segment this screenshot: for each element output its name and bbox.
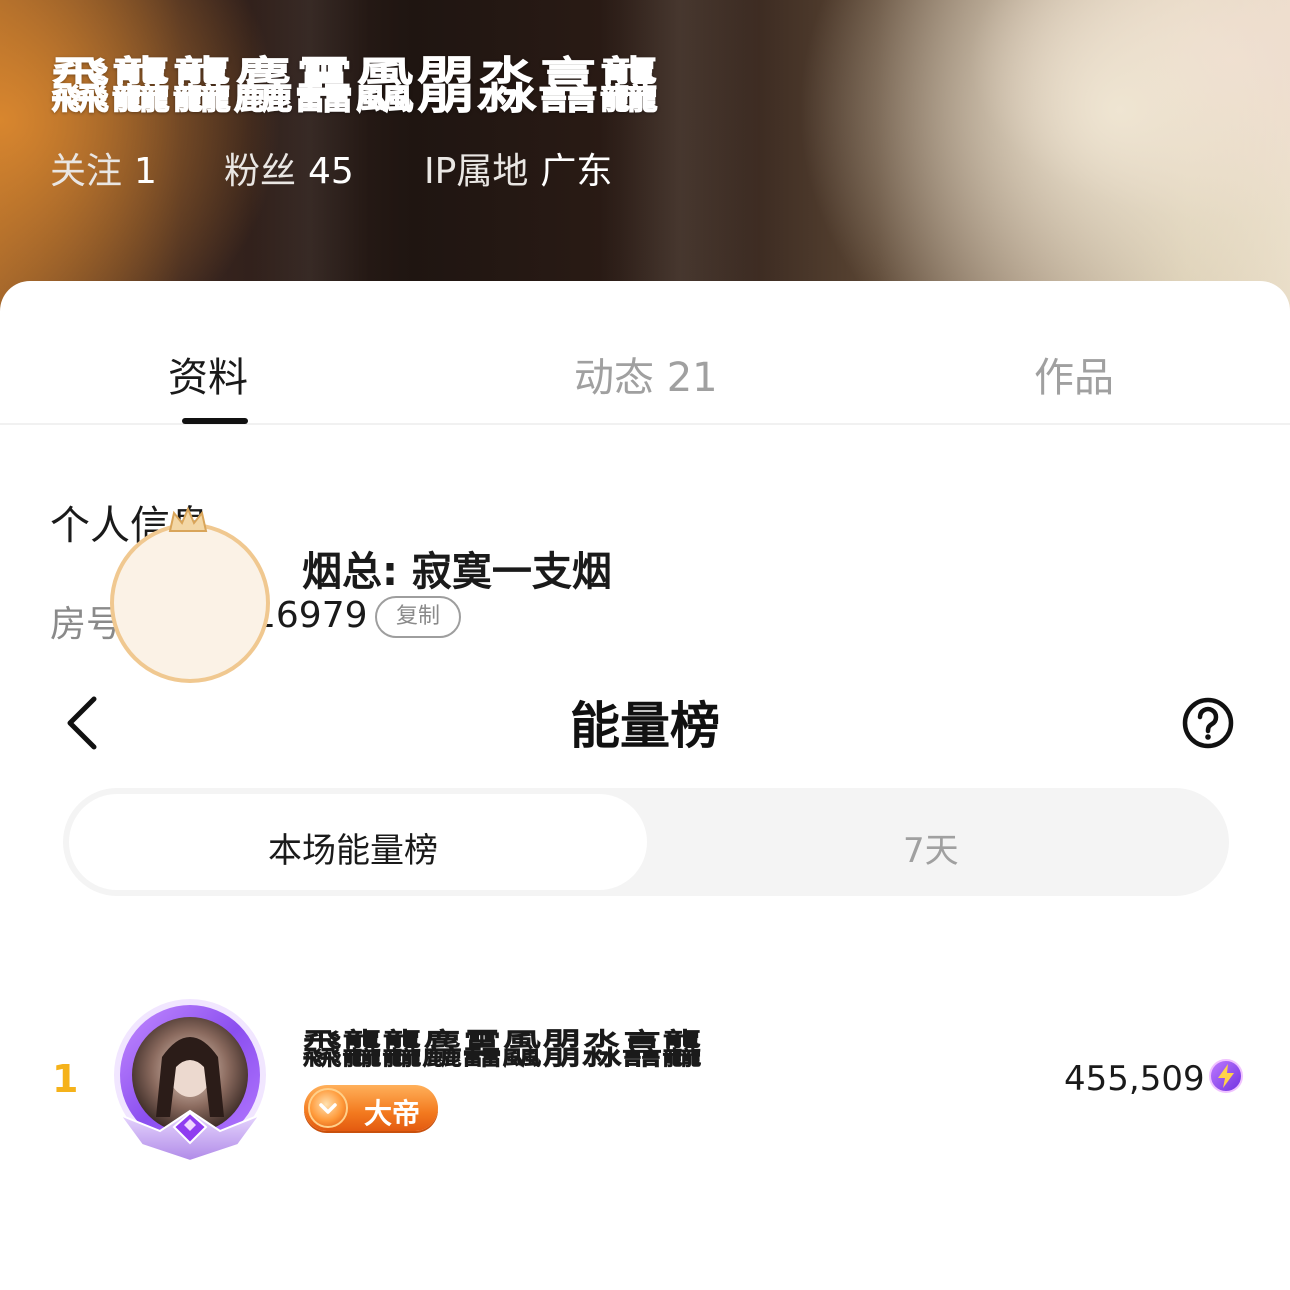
user-name: 烟总: 寂寞一支烟 (302, 549, 612, 595)
tab-info[interactable]: 资料 (168, 345, 248, 403)
crown-icon (168, 506, 208, 532)
follow-label: 关注 (50, 151, 123, 192)
fans-stat[interactable]: 粉丝 45 (224, 142, 354, 194)
fans-count: 45 (308, 151, 354, 192)
tab-works[interactable]: 作品 (1034, 345, 1114, 403)
user-avatar[interactable] (110, 997, 270, 1167)
segment-this-session[interactable]: 本场能量榜 (268, 823, 438, 872)
ip-location: IP属地 广东 (424, 142, 612, 194)
energy-board-title: 能量榜 (570, 697, 720, 755)
copy-room-button[interactable]: 复制 (375, 596, 461, 638)
profile-tabs: 资料 动态 21 作品 (0, 281, 1290, 425)
follow-count: 1 (134, 151, 157, 192)
ip-value: 广东 (540, 151, 613, 192)
profile-name: 飝龘龘麤靐飍朤淼譶龘 (50, 52, 660, 122)
fans-label: 粉丝 (224, 151, 297, 192)
leaderboard-row[interactable]: 1 飝龘龘麤靐飍朤淼譶龘 大帝 455,509 (0, 997, 1290, 1177)
active-tab-indicator (182, 418, 248, 424)
user-avatar[interactable] (110, 523, 270, 683)
tab-moments[interactable]: 动态 21 (574, 345, 718, 403)
rank-badge: 大帝 (304, 1085, 438, 1131)
segment-7-days[interactable]: 7天 (903, 823, 959, 872)
follow-stat[interactable]: 关注 1 (50, 142, 157, 194)
board-range-switch: 本场能量榜 7天 (63, 788, 1229, 896)
rank-number: 1 (52, 1057, 79, 1101)
room-number-value: 16979 (253, 595, 368, 636)
rank-badge-label: 大帝 (364, 1097, 421, 1130)
energy-bolt-icon (1209, 1059, 1243, 1093)
chevron-down-badge-icon (308, 1088, 348, 1128)
energy-score: 455,509 (1064, 1059, 1205, 1099)
user-name: 飝龘龘麤靐飍朤淼譶龘 (302, 1027, 702, 1073)
profile-card: 资料 动态 21 作品 个人信息 房号: 16979 复制 能量榜 本场能量榜 … (0, 281, 1290, 1290)
ip-label: IP属地 (424, 151, 529, 192)
question-circle-icon[interactable] (1181, 696, 1235, 750)
